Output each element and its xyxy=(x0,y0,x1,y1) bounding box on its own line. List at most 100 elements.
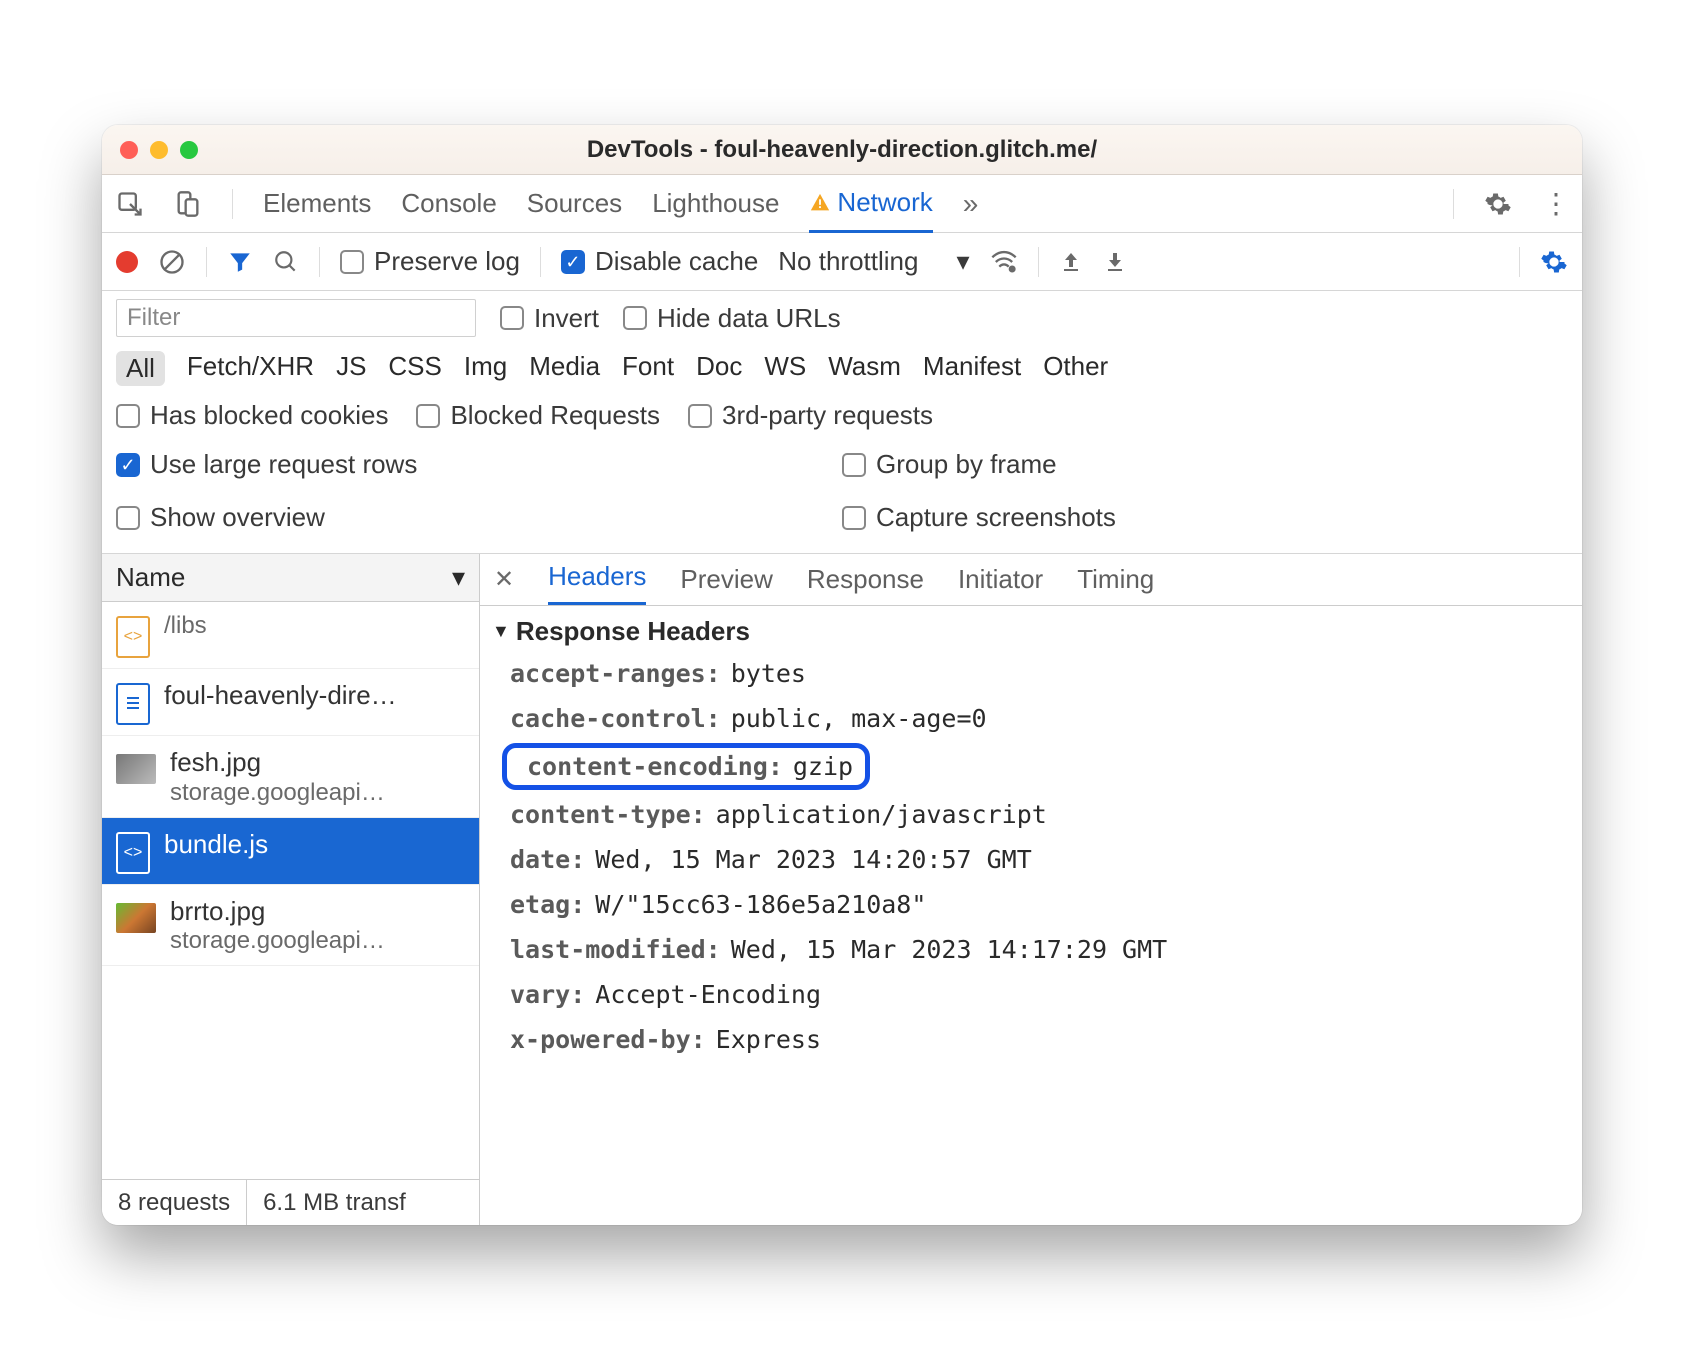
group-by-frame-checkbox[interactable]: Group by frame xyxy=(842,449,1568,480)
warning-icon xyxy=(809,192,831,214)
separator xyxy=(206,247,207,277)
request-name: fesh.jpg xyxy=(170,746,385,779)
type-other[interactable]: Other xyxy=(1043,351,1108,386)
detail-tab-initiator[interactable]: Initiator xyxy=(958,564,1043,595)
show-overview-checkbox[interactable]: Show overview xyxy=(116,502,842,533)
type-all[interactable]: All xyxy=(116,351,165,386)
request-row[interactable]: <> /libs xyxy=(102,602,479,669)
blocked-cookies-label: Has blocked cookies xyxy=(150,400,388,431)
type-img[interactable]: Img xyxy=(464,351,507,386)
type-js[interactable]: JS xyxy=(336,351,366,386)
type-css[interactable]: CSS xyxy=(388,351,441,386)
search-icon[interactable] xyxy=(273,249,299,275)
column-header-name[interactable]: Name ▾ xyxy=(102,554,479,602)
header-key: content-type: xyxy=(510,800,706,829)
maximize-icon[interactable] xyxy=(180,141,198,159)
detail-tab-timing[interactable]: Timing xyxy=(1077,564,1154,595)
checkbox-icon xyxy=(561,250,585,274)
type-font[interactable]: Font xyxy=(622,351,674,386)
request-sub: storage.googleapi… xyxy=(170,927,385,955)
request-row[interactable]: foul-heavenly-dire… xyxy=(102,669,479,736)
type-doc[interactable]: Doc xyxy=(696,351,742,386)
kebab-icon[interactable]: ⋮ xyxy=(1542,187,1568,220)
invert-label: Invert xyxy=(534,303,599,334)
headers-panel: ▼ Response Headers accept-ranges:bytes c… xyxy=(480,606,1582,1072)
hide-data-urls-label: Hide data URLs xyxy=(657,303,841,334)
header-value: public, max-age=0 xyxy=(731,704,987,733)
gear-icon[interactable] xyxy=(1484,190,1512,218)
header-value: Accept-Encoding xyxy=(595,980,821,1009)
tab-network-label: Network xyxy=(837,187,932,218)
capture-screenshots-checkbox[interactable]: Capture screenshots xyxy=(842,502,1568,533)
preserve-log-checkbox[interactable]: Preserve log xyxy=(340,246,520,277)
throttling-value: No throttling xyxy=(778,246,918,277)
large-rows-checkbox[interactable]: Use large request rows xyxy=(116,449,842,480)
filter-input[interactable]: Filter xyxy=(116,299,476,337)
type-media[interactable]: Media xyxy=(529,351,600,386)
header-row: accept-ranges:bytes xyxy=(484,651,1578,696)
tab-elements[interactable]: Elements xyxy=(263,175,371,232)
request-row[interactable]: fesh.jpg storage.googleapi… xyxy=(102,736,479,818)
request-sub: /libs xyxy=(164,612,207,640)
traffic-lights xyxy=(120,141,198,159)
devtools-window: DevTools - foul-heavenly-direction.glitc… xyxy=(102,125,1582,1225)
request-name: foul-heavenly-dire… xyxy=(164,679,397,712)
clear-icon[interactable] xyxy=(158,248,186,276)
tab-lighthouse[interactable]: Lighthouse xyxy=(652,175,779,232)
header-value: W/"15cc63-186e5a210a8" xyxy=(595,890,926,919)
device-toggle-icon[interactable] xyxy=(174,190,202,218)
close-detail-icon[interactable]: ✕ xyxy=(494,565,514,594)
blocked-cookies-checkbox[interactable]: Has blocked cookies xyxy=(116,400,388,431)
header-key: content-encoding: xyxy=(527,752,783,781)
checkbox-icon xyxy=(842,453,866,477)
request-name: brrto.jpg xyxy=(170,895,385,928)
status-transfer: 6.1 MB transf xyxy=(247,1180,422,1225)
type-fetchxhr[interactable]: Fetch/XHR xyxy=(187,351,314,386)
disable-cache-checkbox[interactable]: Disable cache xyxy=(561,246,758,277)
header-key: vary: xyxy=(510,980,585,1009)
detail-tab-preview[interactable]: Preview xyxy=(680,564,772,595)
close-icon[interactable] xyxy=(120,141,138,159)
checkbox-icon xyxy=(116,453,140,477)
blocked-requests-label: Blocked Requests xyxy=(450,400,660,431)
request-row-selected[interactable]: <> bundle.js xyxy=(102,818,479,885)
network-toolbar: Preserve log Disable cache No throttling… xyxy=(102,233,1582,291)
tab-console[interactable]: Console xyxy=(401,175,496,232)
large-rows-label: Use large request rows xyxy=(150,449,417,480)
inspect-icon[interactable] xyxy=(116,190,144,218)
blocked-requests-checkbox[interactable]: Blocked Requests xyxy=(416,400,660,431)
detail-tab-response[interactable]: Response xyxy=(807,564,924,595)
detail-tab-headers[interactable]: Headers xyxy=(548,561,646,605)
network-conditions-icon[interactable] xyxy=(990,248,1018,276)
upload-icon[interactable] xyxy=(1059,250,1083,274)
filter-icon[interactable] xyxy=(227,249,253,275)
show-overview-label: Show overview xyxy=(150,502,325,533)
checkbox-icon xyxy=(116,404,140,428)
minimize-icon[interactable] xyxy=(150,141,168,159)
header-value: gzip xyxy=(793,752,853,781)
throttling-select[interactable]: No throttling ▾ xyxy=(778,246,969,277)
header-key: cache-control: xyxy=(510,704,721,733)
header-value: application/javascript xyxy=(716,800,1047,829)
invert-checkbox[interactable]: Invert xyxy=(500,303,599,334)
tab-network[interactable]: Network xyxy=(809,176,932,233)
separator xyxy=(319,247,320,277)
third-party-checkbox[interactable]: 3rd-party requests xyxy=(688,400,933,431)
settings-gear-icon[interactable] xyxy=(1540,248,1568,276)
download-icon[interactable] xyxy=(1103,250,1127,274)
request-row[interactable]: brrto.jpg storage.googleapi… xyxy=(102,885,479,967)
status-bar: 8 requests 6.1 MB transf xyxy=(102,1179,479,1225)
column-header-label: Name xyxy=(116,562,185,593)
view-options: Use large request rows Show overview Gro… xyxy=(102,441,1582,554)
tab-sources[interactable]: Sources xyxy=(527,175,622,232)
more-tabs-icon[interactable]: » xyxy=(963,188,979,220)
hide-data-urls-checkbox[interactable]: Hide data URLs xyxy=(623,303,841,334)
header-row: etag:W/"15cc63-186e5a210a8" xyxy=(484,882,1578,927)
type-wasm[interactable]: Wasm xyxy=(828,351,901,386)
header-row-highlighted: content-encoding: gzip xyxy=(502,743,870,790)
record-button[interactable] xyxy=(116,251,138,273)
type-manifest[interactable]: Manifest xyxy=(923,351,1021,386)
type-ws[interactable]: WS xyxy=(764,351,806,386)
panel-tabs: Elements Console Sources Lighthouse Netw… xyxy=(102,175,1582,233)
response-headers-section[interactable]: ▼ Response Headers xyxy=(484,612,1578,651)
